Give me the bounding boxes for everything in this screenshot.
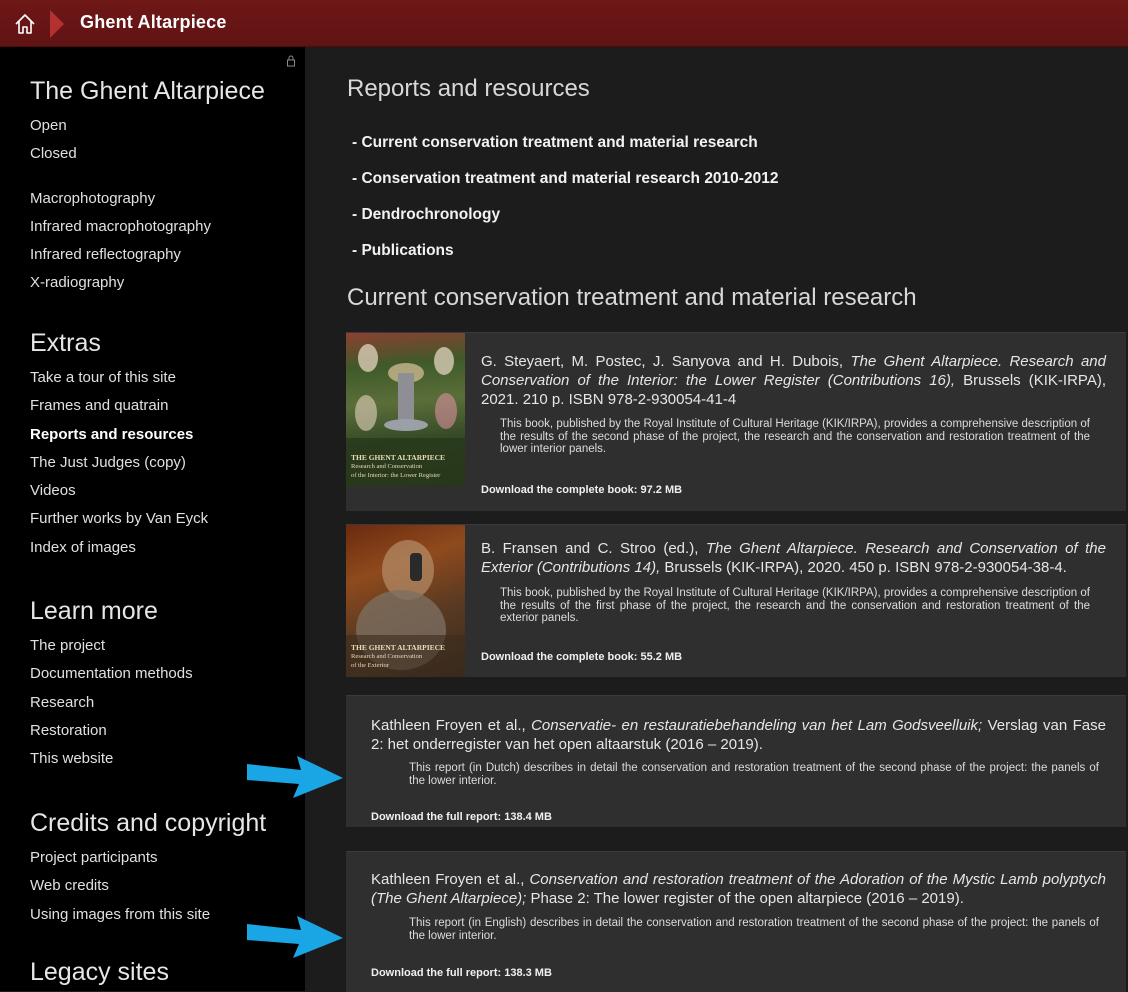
- sidebar-section-credits: Credits and copyright Project participan…: [30, 807, 266, 929]
- sidebar-item-infrared-reflectography[interactable]: Infrared reflectography: [30, 241, 265, 269]
- top-bar: Ghent Altarpiece: [0, 0, 1128, 47]
- sidebar-item-using-images[interactable]: Using images from this site: [30, 901, 266, 929]
- toc-link-publications[interactable]: - Publications: [352, 242, 454, 260]
- home-icon[interactable]: [12, 11, 38, 37]
- book-cover-subtitle: of the Interior: the Lower Register: [351, 472, 441, 479]
- sidebar-section-extras: Extras Take a tour of this site Frames a…: [30, 327, 208, 562]
- sidebar-item-project-participants[interactable]: Project participants: [30, 844, 266, 872]
- sidebar-heading: Credits and copyright: [30, 809, 267, 837]
- citation: Kathleen Froyen et al., Conservatie- en …: [371, 716, 1106, 754]
- citation-details: Phase 2: The lower register of the open …: [530, 890, 964, 907]
- breadcrumb-ghent-altarpiece[interactable]: Ghent Altarpiece: [80, 12, 227, 33]
- citation-details: Brussels (KIK-IRPA), 2020. 450 p. ISBN 9…: [664, 559, 1067, 576]
- sidebar-item-web-credits[interactable]: Web credits: [30, 872, 266, 900]
- description: This report (in English) describes in de…: [409, 917, 1099, 942]
- sidebar: The Ghent Altarpiece Open Closed Macroph…: [0, 47, 305, 991]
- section-title: Current conservation treatment and mater…: [347, 284, 917, 311]
- page-title: Reports and resources: [347, 75, 590, 102]
- sidebar-item-x-radiography[interactable]: X-radiography: [30, 269, 265, 297]
- sidebar-item-macrophotography[interactable]: Macrophotography: [30, 185, 265, 213]
- resource-card: Kathleen Froyen et al., Conservatie- en …: [346, 695, 1126, 827]
- sidebar-item-open[interactable]: Open: [30, 112, 265, 140]
- citation-title: Conservatie- en restauratiebehandeling v…: [531, 717, 983, 734]
- sidebar-heading: The Ghent Altarpiece: [30, 77, 265, 105]
- book-cover-subtitle: Research and Conservation: [351, 653, 423, 660]
- citation-authors: Kathleen Froyen et al.,: [371, 871, 525, 888]
- sidebar-item-frames-and-quatrain[interactable]: Frames and quatrain: [30, 392, 208, 420]
- sidebar-item-infrared-macrophotography[interactable]: Infrared macrophotography: [30, 213, 265, 241]
- book-cover-image[interactable]: THE GHENT ALTARPIECE Research and Conser…: [346, 525, 465, 677]
- sidebar-item-documentation-methods[interactable]: Documentation methods: [30, 660, 193, 688]
- citation-authors: B. Fransen and C. Stroo (ed.),: [481, 540, 699, 557]
- download-book-link[interactable]: Download the complete book: 97.2 MB: [481, 484, 682, 496]
- lock-icon[interactable]: [286, 55, 296, 67]
- citation-authors: Kathleen Froyen et al.,: [371, 717, 526, 734]
- resource-card: Kathleen Froyen et al., Conservation and…: [346, 851, 1126, 992]
- sidebar-section-ghent-altarpiece: The Ghent Altarpiece Open Closed Macroph…: [30, 75, 265, 298]
- resource-card: THE GHENT ALTARPIECE Research and Conser…: [346, 524, 1126, 677]
- sidebar-heading: Learn more: [30, 597, 158, 625]
- citation-authors: G. Steyaert, M. Postec, J. Sanyova and H…: [481, 353, 844, 370]
- sidebar-section-learn-more: Learn more The project Documentation met…: [30, 595, 193, 773]
- sidebar-item-take-a-tour[interactable]: Take a tour of this site: [30, 364, 208, 392]
- toc-link-dendrochronology[interactable]: - Dendrochronology: [352, 206, 500, 224]
- sidebar-item-restoration[interactable]: Restoration: [30, 717, 193, 745]
- sidebar-item-just-judges[interactable]: The Just Judges (copy): [30, 449, 208, 477]
- resource-card: THE GHENT ALTARPIECE Research and Conser…: [346, 332, 1126, 511]
- sidebar-heading: Legacy sites: [30, 958, 169, 986]
- description: This report (in Dutch) describes in deta…: [409, 762, 1099, 787]
- book-cover-title: THE GHENT ALTARPIECE: [351, 453, 446, 462]
- arrow-right-icon: [247, 756, 343, 798]
- book-cover-title: THE GHENT ALTARPIECE: [351, 643, 446, 652]
- arrow-right-icon: [247, 916, 343, 958]
- book-cover-subtitle: of the Exterior: [351, 662, 389, 669]
- breadcrumb-separator: [50, 10, 64, 38]
- description: This book, published by the Royal Instit…: [500, 587, 1090, 624]
- description: This book, published by the Royal Instit…: [500, 418, 1090, 455]
- book-cover-subtitle: Research and Conservation: [351, 463, 423, 470]
- download-book-link[interactable]: Download the complete book: 55.2 MB: [481, 651, 682, 663]
- download-report-link[interactable]: Download the full report: 138.3 MB: [371, 967, 552, 979]
- sidebar-heading: Extras: [30, 329, 101, 357]
- sidebar-item-closed[interactable]: Closed: [30, 140, 265, 168]
- sidebar-item-the-project[interactable]: The project: [30, 632, 193, 660]
- main-content: Reports and resources - Current conserva…: [305, 47, 1128, 992]
- sidebar-section-legacy-sites: Legacy sites: [30, 956, 169, 988]
- toc-link-conservation-2010-2012[interactable]: - Conservation treatment and material re…: [352, 170, 778, 188]
- book-cover-image[interactable]: THE GHENT ALTARPIECE Research and Conser…: [346, 333, 465, 486]
- sidebar-item-videos[interactable]: Videos: [30, 477, 208, 505]
- sidebar-item-further-works[interactable]: Further works by Van Eyck: [30, 505, 208, 533]
- citation: G. Steyaert, M. Postec, J. Sanyova and H…: [481, 352, 1106, 409]
- sidebar-item-index-of-images[interactable]: Index of images: [30, 534, 208, 562]
- sidebar-item-this-website[interactable]: This website: [30, 745, 193, 773]
- toc-link-current-conservation[interactable]: - Current conservation treatment and mat…: [352, 134, 758, 152]
- download-report-link[interactable]: Download the full report: 138.4 MB: [371, 811, 552, 823]
- citation: Kathleen Froyen et al., Conservation and…: [371, 870, 1106, 908]
- sidebar-item-reports-and-resources[interactable]: Reports and resources: [30, 421, 208, 449]
- sidebar-item-research[interactable]: Research: [30, 689, 193, 717]
- citation: B. Fransen and C. Stroo (ed.), The Ghent…: [481, 539, 1106, 577]
